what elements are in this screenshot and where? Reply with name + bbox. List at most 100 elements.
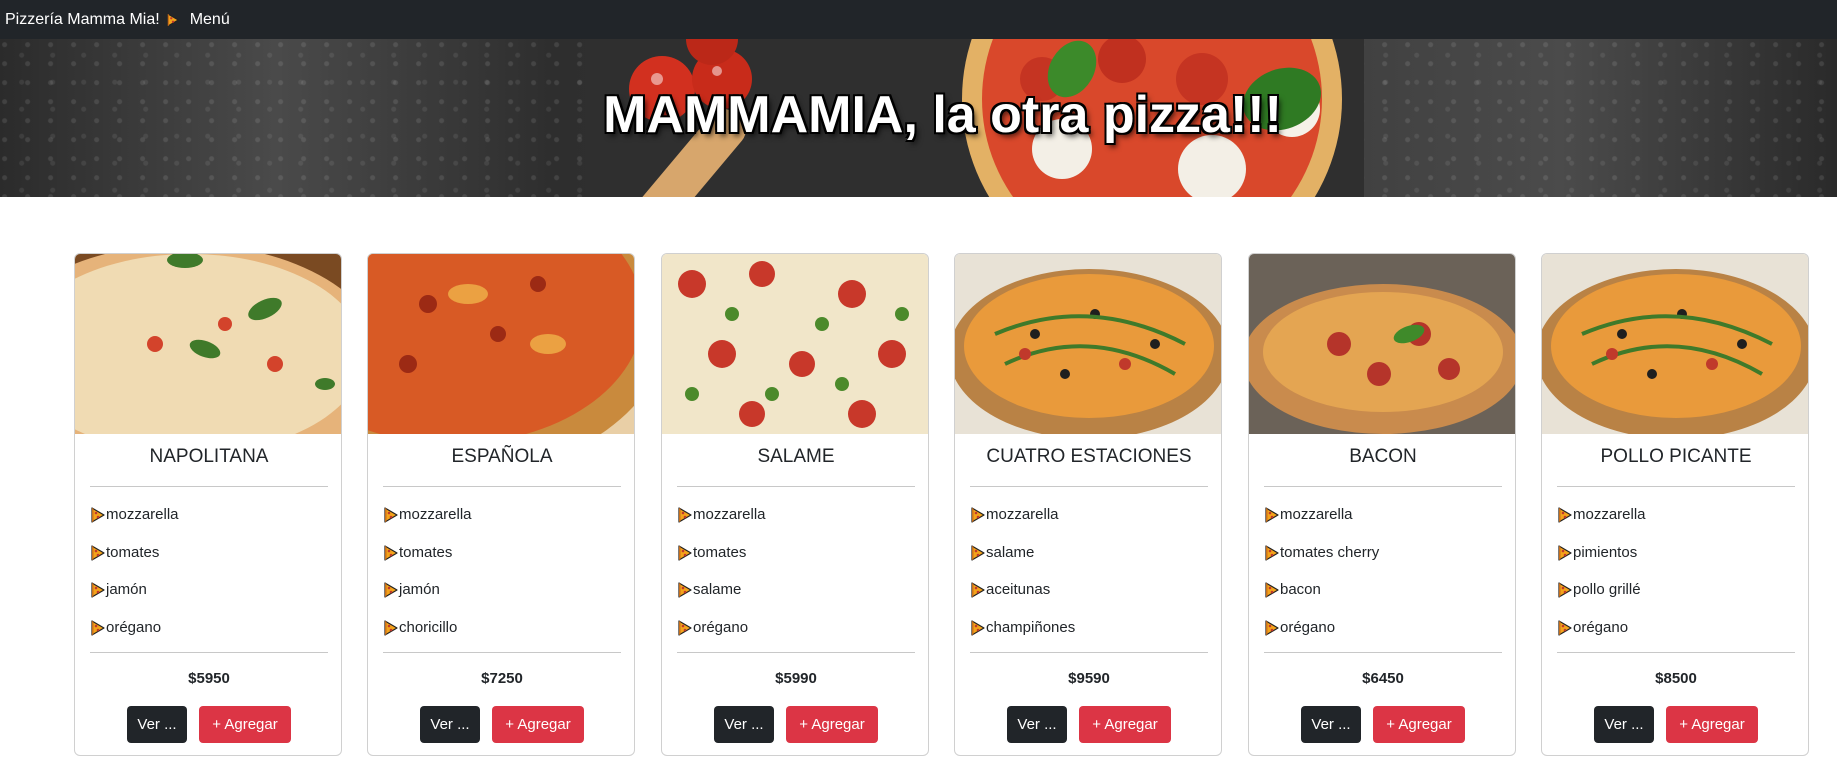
- ingredient-item: pollo grillé: [1558, 581, 1641, 598]
- ingredient-label: mozzarella: [106, 506, 179, 523]
- ingredient-label: orégano: [106, 619, 162, 636]
- ingredient-item: jamón: [91, 581, 147, 598]
- pizza-name: BACON: [1349, 446, 1417, 467]
- pizza-image: [1542, 254, 1808, 434]
- ingredient-label: tomates: [106, 544, 160, 561]
- hero-title: MAMMAMIA, la otra pizza!!!: [603, 86, 1282, 144]
- ingredient-label: orégano: [1280, 619, 1336, 636]
- menu-link[interactable]: Menú: [190, 11, 230, 29]
- pizza-slice-icon: [1265, 507, 1279, 523]
- ingredient-item: choricillo: [384, 619, 457, 636]
- pizza-name: CUATRO ESTACIONES: [986, 446, 1192, 467]
- ingredient-item: jamón: [384, 581, 440, 598]
- ingredient-label: bacon: [1280, 581, 1321, 598]
- pizza-name: POLLO PICANTE: [1600, 446, 1752, 467]
- ver-button[interactable]: Ver ...: [714, 706, 774, 743]
- ingredient-item: tomates cherry: [1265, 544, 1379, 561]
- ingredient-label: mozzarella: [1573, 506, 1646, 523]
- pizza-slice-icon: [91, 507, 105, 523]
- add-button[interactable]: + Agregar: [1079, 706, 1171, 743]
- ingredient-item: champiñones: [971, 619, 1075, 636]
- ver-button[interactable]: Ver ...: [1594, 706, 1654, 743]
- ingredient-item: mozzarella: [971, 506, 1059, 523]
- divider: [1264, 652, 1502, 653]
- pizza-slice-icon: [971, 582, 985, 598]
- pizza-slice-icon: [971, 545, 985, 561]
- divider: [677, 486, 915, 487]
- pizza-slice-icon: [678, 620, 692, 636]
- pizza-slice-icon: [678, 545, 692, 561]
- ingredient-item: mozzarella: [1558, 506, 1646, 523]
- pizza-image: [662, 254, 928, 434]
- pizza-slice-icon: [1265, 545, 1279, 561]
- divider: [1557, 652, 1795, 653]
- ingredient-label: mozzarella: [1280, 506, 1353, 523]
- ingredient-label: orégano: [693, 619, 749, 636]
- divider: [1557, 486, 1795, 487]
- add-button[interactable]: + Agregar: [1373, 706, 1465, 743]
- ingredient-label: orégano: [1573, 619, 1629, 636]
- hero-banner: MAMMAMIA, la otra pizza!!!: [0, 39, 1837, 197]
- pizza-card: NAPOLITANA mozzarella tomates jamón orég…: [74, 253, 342, 756]
- ingredient-label: salame: [986, 544, 1035, 561]
- ingredient-label: jamón: [399, 581, 440, 598]
- divider: [970, 486, 1208, 487]
- ingredient-label: pollo grillé: [1573, 581, 1641, 598]
- ingredient-label: tomates cherry: [1280, 544, 1380, 561]
- add-button[interactable]: + Agregar: [1666, 706, 1758, 743]
- ingredient-item: tomates: [91, 544, 159, 561]
- ver-button[interactable]: Ver ...: [420, 706, 480, 743]
- pizza-name: NAPOLITANA: [149, 446, 269, 467]
- ver-button[interactable]: Ver ...: [1301, 706, 1361, 743]
- ver-button[interactable]: Ver ...: [127, 706, 187, 743]
- ingredient-item: salame: [678, 581, 741, 598]
- navbar: Pizzería Mamma Mia! Menú: [0, 0, 1837, 39]
- add-button[interactable]: + Agregar: [492, 706, 584, 743]
- ingredient-label: tomates: [693, 544, 747, 561]
- pizza-slice-icon: [971, 507, 985, 523]
- ingredient-label: mozzarella: [986, 506, 1059, 523]
- pizza-slice-icon: [678, 582, 692, 598]
- ingredient-item: tomates: [384, 544, 452, 561]
- pizza-price: $6450: [1362, 670, 1404, 687]
- ingredient-label: mozzarella: [399, 506, 472, 523]
- pizza-image: [955, 254, 1221, 434]
- pizza-slice-icon: [678, 507, 692, 523]
- ingredient-item: orégano: [91, 619, 161, 636]
- ingredient-item: mozzarella: [1265, 506, 1353, 523]
- pizza-price: $7250: [481, 670, 523, 687]
- pizza-price: $8500: [1655, 670, 1697, 687]
- pizza-card: BACON mozzarella tomates cherry bacon or…: [1248, 253, 1516, 756]
- pizza-image: [368, 254, 634, 434]
- pizza-slice-icon: [91, 620, 105, 636]
- ingredient-item: mozzarella: [678, 506, 766, 523]
- pizza-slice-icon: [1265, 620, 1279, 636]
- pizza-slice-icon: [1265, 582, 1279, 598]
- pizza-slice-icon: [166, 13, 180, 27]
- brand-text: Pizzería Mamma Mia!: [5, 10, 160, 28]
- pizza-slice-icon: [1558, 620, 1572, 636]
- add-button[interactable]: + Agregar: [199, 706, 291, 743]
- pizza-slice-icon: [1558, 545, 1572, 561]
- pizza-card-grid: NAPOLITANA mozzarella tomates jamón orég…: [74, 253, 1814, 758]
- ingredient-item: mozzarella: [91, 506, 179, 523]
- ingredient-label: mozzarella: [693, 506, 766, 523]
- brand-link[interactable]: Pizzería Mamma Mia!: [5, 11, 180, 29]
- divider: [383, 486, 621, 487]
- pizza-image: [1249, 254, 1515, 434]
- ingredient-label: tomates: [399, 544, 453, 561]
- pizza-card: ESPAÑOLA mozzarella tomates jamón choric…: [367, 253, 635, 756]
- ingredient-item: orégano: [1558, 619, 1628, 636]
- pizza-card: POLLO PICANTE mozzarella pimientos pollo…: [1541, 253, 1809, 756]
- ingredient-label: jamón: [106, 581, 147, 598]
- pizza-slice-icon: [384, 507, 398, 523]
- pizza-image: [75, 254, 341, 434]
- add-button[interactable]: + Agregar: [786, 706, 878, 743]
- ingredient-label: salame: [693, 581, 742, 598]
- pizza-slice-icon: [971, 620, 985, 636]
- pizza-slice-icon: [384, 582, 398, 598]
- ingredient-item: orégano: [1265, 619, 1335, 636]
- ingredient-item: pimientos: [1558, 544, 1637, 561]
- ver-button[interactable]: Ver ...: [1007, 706, 1067, 743]
- divider: [1264, 486, 1502, 487]
